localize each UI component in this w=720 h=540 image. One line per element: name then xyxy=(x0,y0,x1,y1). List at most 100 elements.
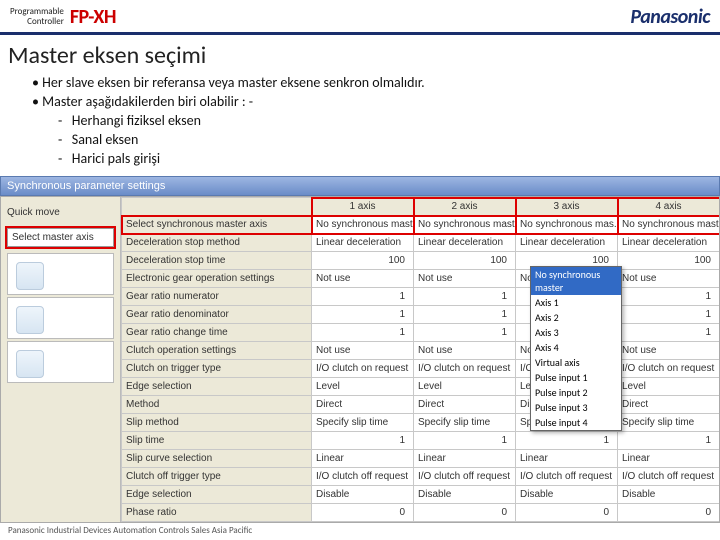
cell[interactable]: Disable xyxy=(312,486,414,504)
cell[interactable]: I/O clutch off request xyxy=(312,468,414,486)
dropdown-option-pulse2[interactable]: Pulse input 2 xyxy=(531,385,621,400)
cell[interactable]: Linear deceleration xyxy=(414,234,516,252)
cell[interactable]: Disable xyxy=(414,486,516,504)
cell[interactable]: Direct xyxy=(312,396,414,414)
dropdown-option-pulse4[interactable]: Pulse input 4 xyxy=(531,415,621,430)
cell[interactable]: 1 xyxy=(414,288,516,306)
cell[interactable]: 0 xyxy=(414,504,516,522)
brand-logo: Panasonic xyxy=(630,5,710,29)
cell[interactable]: Linear xyxy=(414,450,516,468)
cell[interactable]: 1 xyxy=(312,288,414,306)
cell-master-ax3[interactable]: No synchronous mas... ▾ xyxy=(516,216,618,234)
bullet-1: • Her slave eksen bir referansa veya mas… xyxy=(44,74,720,93)
row-gear-den: Gear ratio denominator1111 xyxy=(122,306,720,324)
cell[interactable]: 100 xyxy=(618,252,720,270)
cell[interactable]: Disable xyxy=(516,486,618,504)
cell[interactable]: Linear deceleration xyxy=(312,234,414,252)
param-label: Phase ratio xyxy=(122,504,312,522)
thumb-cam-icon[interactable] xyxy=(7,341,114,383)
param-label: Gear ratio denominator xyxy=(122,306,312,324)
product-name: FP-XH xyxy=(70,5,116,29)
cell[interactable]: Level xyxy=(312,378,414,396)
cell[interactable]: Linear xyxy=(312,450,414,468)
cell[interactable]: Level xyxy=(618,378,720,396)
row-phase-ratio: Phase ratio0000 xyxy=(122,504,720,522)
cell[interactable]: I/O clutch off request xyxy=(414,468,516,486)
cell[interactable]: 0 xyxy=(312,504,414,522)
master-axis-dropdown[interactable]: No synchronous master Axis 1 Axis 2 Axis… xyxy=(530,266,622,431)
param-label: Gear ratio change time xyxy=(122,324,312,342)
dropdown-option-pulse3[interactable]: Pulse input 3 xyxy=(531,400,621,415)
cell-master-ax4[interactable]: No synchronous master xyxy=(618,216,720,234)
dropdown-option-axis4[interactable]: Axis 4 xyxy=(531,340,621,355)
cell[interactable]: Direct xyxy=(414,396,516,414)
slide-header: Programmable Controller FP-XH Panasonic xyxy=(0,0,720,32)
subbullet-2-text: Sanal eksen xyxy=(72,131,139,148)
cell[interactable]: Linear deceleration xyxy=(618,234,720,252)
cell[interactable]: 1 xyxy=(618,324,720,342)
cell[interactable]: 1 xyxy=(618,288,720,306)
dropdown-option-axis1[interactable]: Axis 1 xyxy=(531,295,621,310)
param-label: Edge selection xyxy=(122,486,312,504)
dropdown-option-virtual[interactable]: Virtual axis xyxy=(531,355,621,370)
cell[interactable]: 1 xyxy=(516,432,618,450)
col-header-axis4[interactable]: 4 axis xyxy=(618,198,720,216)
cell[interactable]: Linear xyxy=(618,450,720,468)
param-label: Electronic gear operation settings xyxy=(122,270,312,288)
col-header-axis1[interactable]: 1 axis xyxy=(312,198,414,216)
row-slip-time: Slip time1111 xyxy=(122,432,720,450)
cell[interactable]: I/O clutch off request xyxy=(516,468,618,486)
cell[interactable]: I/O clutch on request xyxy=(618,360,720,378)
col-header-axis2[interactable]: 2 axis xyxy=(414,198,516,216)
cell[interactable]: 1 xyxy=(414,324,516,342)
cell[interactable]: Not use xyxy=(414,270,516,288)
param-label: Slip method xyxy=(122,414,312,432)
row-gear-change-time: Gear ratio change time1111 xyxy=(122,324,720,342)
cell[interactable]: Not use xyxy=(618,270,720,288)
cell[interactable]: 0 xyxy=(516,504,618,522)
dropdown-option-none[interactable]: No synchronous master xyxy=(531,267,621,295)
cell[interactable]: 1 xyxy=(618,306,720,324)
cell[interactable]: I/O clutch off request xyxy=(618,468,720,486)
param-label: Clutch off trigger type xyxy=(122,468,312,486)
cell[interactable]: Specify slip time xyxy=(414,414,516,432)
cell[interactable]: Disable xyxy=(618,486,720,504)
cell[interactable]: 1 xyxy=(618,432,720,450)
cell-master-ax1[interactable]: No synchronous master xyxy=(312,216,414,234)
cell[interactable]: Linear xyxy=(516,450,618,468)
thumb-gear-icon[interactable] xyxy=(7,253,114,295)
cell[interactable]: Level xyxy=(414,378,516,396)
cell[interactable]: Not use xyxy=(618,342,720,360)
programmable-controller-label: Programmable Controller xyxy=(10,7,64,27)
left-nav-pane: Quick move Select master axis xyxy=(1,197,121,522)
cell[interactable]: 1 xyxy=(414,306,516,324)
param-label: Method xyxy=(122,396,312,414)
dropdown-option-axis2[interactable]: Axis 2 xyxy=(531,310,621,325)
row-slip-method: Slip methodSpecify slip timeSpecify slip… xyxy=(122,414,720,432)
cell[interactable]: Specify slip time xyxy=(312,414,414,432)
cell[interactable]: 100 xyxy=(312,252,414,270)
cell[interactable]: Not use xyxy=(312,270,414,288)
cell[interactable]: Direct xyxy=(618,396,720,414)
cell[interactable]: I/O clutch on request xyxy=(312,360,414,378)
cell[interactable]: 1 xyxy=(312,432,414,450)
cell[interactable]: 1 xyxy=(414,432,516,450)
cell-master-ax2[interactable]: No synchronous master xyxy=(414,216,516,234)
thumb-clutch-icon[interactable] xyxy=(7,297,114,339)
param-label: Select synchronous master axis xyxy=(122,216,312,234)
col-header-axis3[interactable]: 3 axis xyxy=(516,198,618,216)
cell[interactable]: Not use xyxy=(414,342,516,360)
dropdown-option-pulse1[interactable]: Pulse input 1 xyxy=(531,370,621,385)
cell[interactable]: Specify slip time xyxy=(618,414,720,432)
cell[interactable]: Linear deceleration xyxy=(516,234,618,252)
cell[interactable]: Not use xyxy=(312,342,414,360)
cell[interactable]: 100 xyxy=(414,252,516,270)
cell[interactable]: 1 xyxy=(312,306,414,324)
cell[interactable]: 0 xyxy=(618,504,720,522)
cell[interactable]: I/O clutch on request xyxy=(414,360,516,378)
parameter-grid: 1 axis 2 axis 3 axis 4 axis Select synch… xyxy=(121,197,719,522)
row-gear-num: Gear ratio numerator1111 xyxy=(122,288,720,306)
cell[interactable]: 1 xyxy=(312,324,414,342)
nav-select-master-axis[interactable]: Select master axis xyxy=(7,228,114,247)
dropdown-option-axis3[interactable]: Axis 3 xyxy=(531,325,621,340)
